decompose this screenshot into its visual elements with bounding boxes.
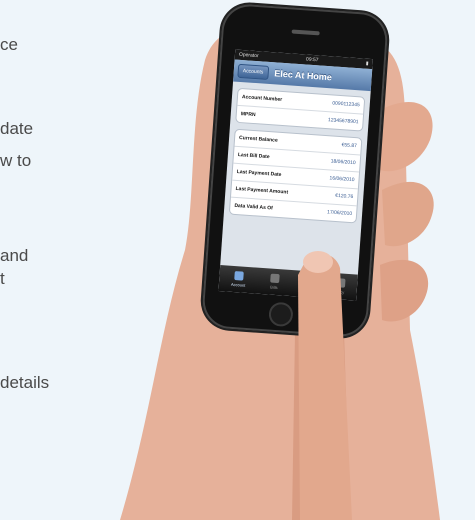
- back-button[interactable]: Accounts: [237, 63, 269, 80]
- home-button[interactable]: [268, 301, 294, 328]
- tab-icon: [302, 278, 313, 288]
- carrier-label: Operator: [238, 51, 259, 60]
- alert-icon: [335, 278, 346, 288]
- battery-icon: ▮: [365, 60, 369, 67]
- row-value: 18/06/2010: [330, 158, 356, 167]
- tab-bar: Account Bills ency: [218, 265, 358, 301]
- tab-label: ency: [335, 289, 345, 295]
- row-label: Data Valid As Of: [234, 202, 273, 212]
- tab-account[interactable]: Account: [231, 271, 247, 288]
- tab-bills[interactable]: Bills: [269, 273, 280, 291]
- row-label: Last Bill Date: [237, 151, 270, 161]
- row-label: Current Balance: [238, 135, 278, 144]
- row-label: Last Payment Date: [236, 168, 282, 179]
- row-value: 12345678901: [327, 117, 359, 126]
- tab-third[interactable]: [302, 278, 313, 290]
- home-icon: [233, 271, 244, 281]
- tab-emergency[interactable]: ency: [335, 278, 346, 295]
- row-value: €55.87: [341, 142, 358, 150]
- row-value: €120.76: [335, 192, 354, 201]
- row-label: Account Number: [241, 94, 283, 103]
- account-info-group: Account Number 0090112345 MPRN 123456789…: [235, 87, 366, 132]
- row-label: Last Payment Amount: [235, 185, 289, 196]
- clock: 09:57: [305, 56, 319, 64]
- row-label: MPRN: [240, 111, 256, 119]
- balance-info-group: Current Balance €55.87 Last Bill Date 18…: [228, 128, 363, 224]
- app-screen: Operator 09:57 ▮ Accounts Elec At Home A…: [218, 49, 373, 301]
- phone-device: Operator 09:57 ▮ Accounts Elec At Home A…: [200, 2, 390, 339]
- row-value: 16/06/2010: [329, 175, 355, 184]
- nav-title: Elec At Home: [273, 68, 333, 83]
- row-value: 17/06/2010: [326, 209, 353, 218]
- clock-icon: [269, 273, 280, 284]
- earpiece: [291, 29, 320, 36]
- row-value: 0090112345: [332, 100, 360, 109]
- tab-label: Account: [230, 281, 246, 288]
- tab-label: Bills: [270, 284, 278, 291]
